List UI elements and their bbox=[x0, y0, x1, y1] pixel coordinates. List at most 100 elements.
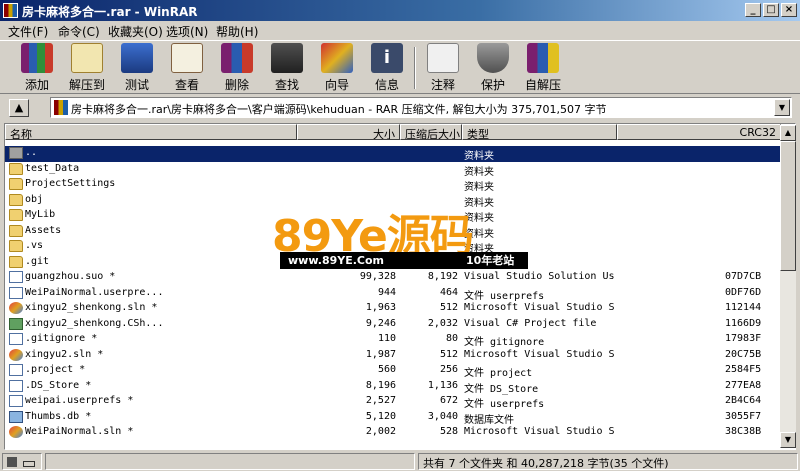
status-left-panel bbox=[45, 453, 415, 470]
info-button[interactable]: i 信息 bbox=[364, 43, 410, 93]
table-row[interactable]: obj 资料夹 bbox=[5, 193, 781, 209]
file-type: 文件 userprefs bbox=[464, 399, 545, 410]
file-crc32: 20C75B bbox=[725, 348, 762, 360]
archive-path: 房卡麻将多合一.rar\房卡麻将多合一\客户端源码\kehuduan - RAR… bbox=[71, 103, 607, 116]
file-icon bbox=[9, 364, 23, 376]
csharp-project-icon bbox=[9, 317, 23, 330]
file-type: 文件 userprefs bbox=[464, 290, 545, 302]
folder-icon bbox=[9, 209, 23, 221]
add-button[interactable]: 添加 bbox=[14, 43, 60, 93]
winrar-app-icon[interactable] bbox=[3, 3, 18, 18]
table-row[interactable]: MyLib 资料夹 bbox=[5, 208, 781, 224]
up-folder-button[interactable]: ▲ bbox=[9, 99, 29, 117]
menu-commands[interactable]: 命令(C) bbox=[58, 23, 100, 40]
table-row[interactable]: WeiPaiNormal.userpre... 944 464 文件 userpref… bbox=[5, 286, 781, 302]
status-drive-icons[interactable] bbox=[2, 453, 42, 470]
file-size: 1,987 bbox=[365, 348, 396, 360]
file-packed-size: 1,136 bbox=[427, 379, 458, 391]
extract-to-button[interactable]: 解压到 bbox=[64, 43, 110, 93]
table-row[interactable]: weipai.userprefs * 2,527 672 文件 userprefs 2B… bbox=[5, 394, 781, 410]
column-header-size-label: 大小 bbox=[373, 128, 395, 140]
column-header-type[interactable]: 类型 bbox=[462, 124, 617, 140]
column-header-crc32[interactable]: CRC32 bbox=[617, 124, 781, 140]
table-row[interactable]: WeiPaiNormal.sln * 2,002 528 Microsoft Visu… bbox=[5, 425, 781, 441]
table-row[interactable]: ProjectSettings 资料夹 bbox=[5, 177, 781, 193]
close-button[interactable]: × bbox=[781, 3, 797, 17]
column-header-crc32-label: CRC32 bbox=[739, 126, 776, 139]
toolbar: 添加 解压到 测试 查看 删除 查找 向导 i 信息 注释 保护 自解压 bbox=[0, 40, 800, 94]
table-row[interactable]: xingyu2.sln * 1,987 512 Microsoft Visual St… bbox=[5, 348, 781, 364]
file-name: .gitignore * bbox=[25, 333, 98, 344]
find-button[interactable]: 查找 bbox=[264, 43, 310, 93]
vs-solution-icon bbox=[9, 302, 23, 314]
file-crc32: 07D7CB bbox=[725, 271, 762, 282]
file-name: weipai.userprefs * bbox=[25, 395, 134, 406]
sfx-label: 自解压 bbox=[524, 78, 561, 92]
file-type: 资料夹 bbox=[464, 151, 494, 162]
table-row[interactable]: xingyu2_shenkong.CSh... 9,246 2,032 Visual … bbox=[5, 317, 781, 333]
extract-to-icon bbox=[71, 43, 103, 73]
protect-button[interactable]: 保护 bbox=[470, 43, 516, 93]
file-type: 资料夹 bbox=[464, 213, 494, 224]
scroll-thumb[interactable] bbox=[780, 141, 796, 271]
view-icon bbox=[171, 43, 203, 73]
file-name: WeiPaiNormal.userpre... bbox=[25, 286, 164, 298]
file-type: 资料夹 bbox=[464, 182, 494, 193]
find-icon bbox=[271, 43, 303, 73]
test-button[interactable]: 测试 bbox=[114, 43, 160, 93]
file-size: 1,963 bbox=[365, 302, 396, 313]
table-row[interactable]: Assets 资料夹 bbox=[5, 224, 781, 240]
path-combobox[interactable]: 房卡麻将多合一.rar\房卡麻将多合一\客户端源码\kehuduan - RAR… bbox=[50, 97, 792, 118]
file-name: xingyu2_shenkong.CSh... bbox=[25, 317, 164, 329]
vertical-scrollbar[interactable]: ▲ ▼ bbox=[780, 125, 796, 448]
delete-icon bbox=[221, 43, 253, 73]
file-name: Thumbs.db * bbox=[25, 410, 92, 422]
vs-solution-icon bbox=[9, 348, 23, 361]
table-row[interactable]: .git 资料夹 bbox=[5, 255, 781, 271]
file-name: .project * bbox=[25, 364, 86, 375]
file-name: Assets bbox=[25, 224, 62, 236]
maximize-button[interactable]: □ bbox=[763, 3, 779, 17]
table-row-selected[interactable]: .. 资料夹 bbox=[5, 146, 781, 162]
sfx-button[interactable]: 自解压 bbox=[520, 43, 566, 93]
file-packed-size: 80 bbox=[445, 333, 458, 344]
info-icon: i bbox=[371, 43, 403, 73]
file-list[interactable]: 名称 大小 压缩后大小 类型 CRC32 .. 资料夹 test_Data 资料夹 Pr… bbox=[4, 123, 796, 450]
menu-file[interactable]: 文件(F) bbox=[8, 23, 48, 40]
menu-favorites[interactable]: 收藏夹(O) bbox=[108, 23, 163, 40]
table-row[interactable]: test_Data 资料夹 bbox=[5, 162, 781, 178]
suo-file-icon bbox=[9, 271, 23, 283]
view-button[interactable]: 查看 bbox=[164, 43, 210, 93]
table-row[interactable]: .DS_Store * 8,196 1,136 文件 DS_Store 277EA8 bbox=[5, 379, 781, 395]
delete-button[interactable]: 删除 bbox=[214, 43, 260, 93]
file-crc32: 112144 bbox=[725, 302, 762, 313]
file-type: Visual C# Project file bbox=[464, 317, 597, 329]
chevron-down-icon[interactable]: ▼ bbox=[774, 99, 790, 116]
menu-help[interactable]: 帮助(H) bbox=[216, 23, 258, 40]
menu-options[interactable]: 选项(N) bbox=[166, 23, 208, 40]
table-row[interactable]: Thumbs.db * 5,120 3,040 数据库文件 3055F7 bbox=[5, 410, 781, 426]
file-type: 数据库文件 bbox=[464, 414, 514, 426]
drive-icon bbox=[7, 457, 17, 467]
table-row[interactable]: guangzhou.suo * 99,328 8,192 Visual Studio … bbox=[5, 270, 781, 286]
minimize-button[interactable]: _ bbox=[745, 3, 761, 17]
scroll-up-icon[interactable]: ▲ bbox=[780, 125, 796, 141]
file-type: 资料夹 bbox=[464, 166, 494, 178]
wizard-button[interactable]: 向导 bbox=[314, 43, 360, 93]
column-header-size[interactable]: 大小 bbox=[297, 124, 400, 140]
file-packed-size: 512 bbox=[439, 302, 458, 313]
address-bar: ▲ 房卡麻将多合一.rar\房卡麻将多合一\客户端源码\kehuduan - R… bbox=[0, 96, 800, 120]
rar-archive-icon bbox=[54, 100, 68, 115]
column-header-packed[interactable]: 压缩后大小 bbox=[400, 124, 462, 140]
comment-button[interactable]: 注释 bbox=[420, 43, 466, 93]
table-row[interactable]: .project * 560 256 文件 project 2584F5 bbox=[5, 363, 781, 379]
folder-icon bbox=[9, 178, 23, 190]
table-row[interactable]: .gitignore * 110 80 文件 gitignore 17983F bbox=[5, 332, 781, 348]
vs-solution-icon bbox=[9, 426, 23, 438]
column-header-name[interactable]: 名称 bbox=[5, 124, 297, 140]
table-row[interactable]: .vs 资料夹 bbox=[5, 239, 781, 255]
folder-icon bbox=[9, 162, 23, 175]
file-icon bbox=[9, 379, 23, 392]
table-row[interactable]: xingyu2_shenkong.sln * 1,963 512 Microsoft … bbox=[5, 301, 781, 317]
scroll-down-icon[interactable]: ▼ bbox=[780, 432, 796, 448]
